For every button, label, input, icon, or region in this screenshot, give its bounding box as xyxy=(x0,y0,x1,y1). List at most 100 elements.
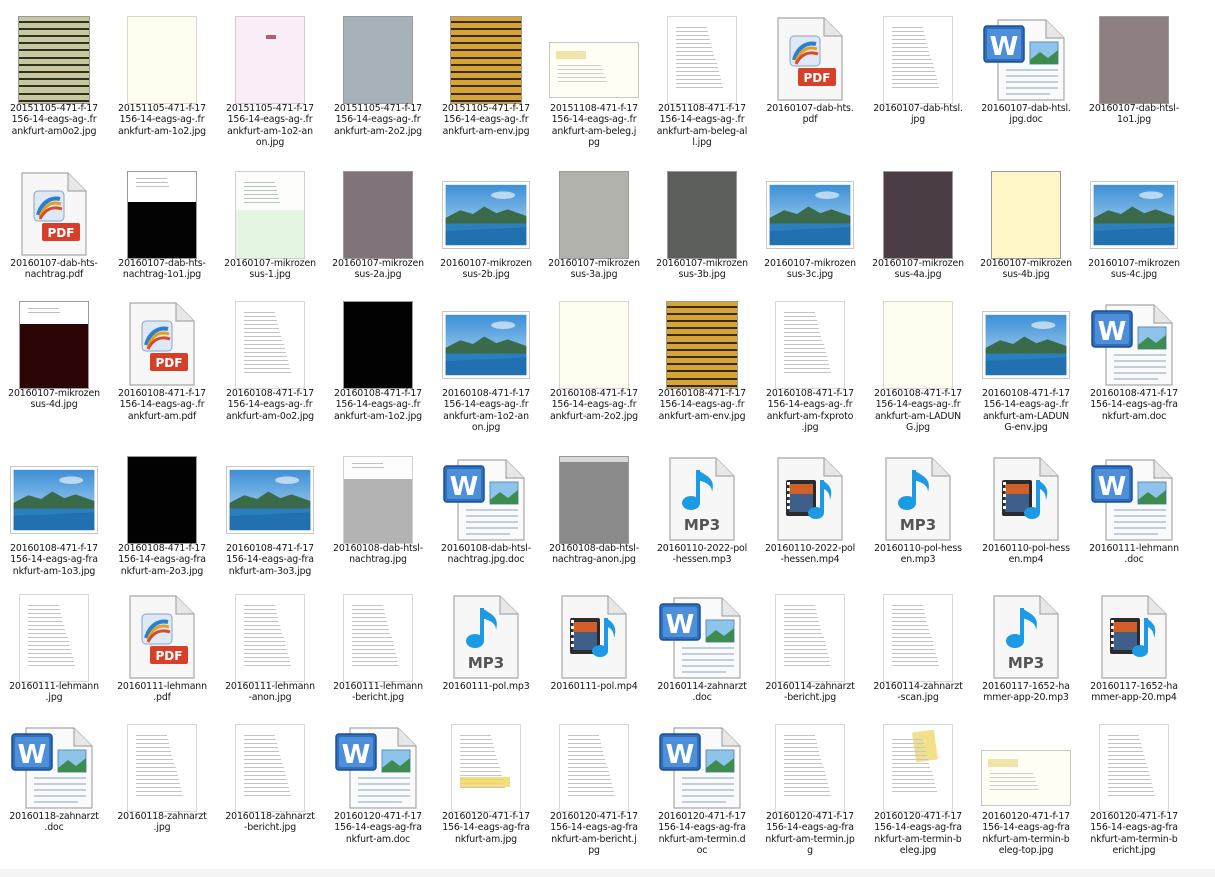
file-item-doc[interactable]: W 20160108-dab-htsl- nachtrag.jpg.doc xyxy=(432,452,540,588)
file-item-jpg[interactable]: 20160120-471-f-17 156-14-eags-ag-fra nkf… xyxy=(756,720,864,856)
image-thumbnail-icon xyxy=(216,167,324,267)
file-item-jpg[interactable]: 20160114-zahnarzt -bericht.jpg xyxy=(756,590,864,726)
file-item-mp3[interactable]: MP3 20160117-1652-ha mmer-app-20.mp3 xyxy=(972,590,1080,726)
file-item-jpg[interactable]: 20160111-lehmann .jpg xyxy=(0,590,108,726)
file-item-jpg[interactable]: 20160118-zahnarzt .jpg xyxy=(108,720,216,856)
file-name-label: 20160110-pol-hess en.mp3 xyxy=(874,543,962,566)
image-preview xyxy=(883,171,953,259)
file-item-jpg[interactable]: 20160108-471-f-17 156-14-eags-ag-fra nkf… xyxy=(108,452,216,588)
file-item-jpg[interactable]: 20160120-471-f-17 156-14-eags-ag-fra nkf… xyxy=(432,720,540,856)
file-item-jpg[interactable]: 20160108-dab-htsl- nachtrag.jpg xyxy=(324,452,432,588)
file-item-doc[interactable]: W 20160120-471-f-17 156-14-eags-ag-fra n… xyxy=(648,720,756,856)
file-name-label: 20160118-zahnarzt .doc xyxy=(9,811,99,834)
file-item-jpg[interactable]: 20160108-471-f-17 156-14-eags-ag-.fr ank… xyxy=(432,297,540,433)
file-item-jpg[interactable]: 20151108-471-f-17 156-14-eags-ag-.fr ank… xyxy=(540,12,648,148)
image-preview xyxy=(127,456,197,544)
image-thumbnail-icon xyxy=(756,167,864,267)
image-thumbnail-icon xyxy=(864,720,972,820)
file-item-pdf[interactable]: PDF 20160107-dab-hts. pdf xyxy=(756,12,864,148)
file-item-mp3[interactable]: MP3 20160110-2022-pol -hessen.mp3 xyxy=(648,452,756,588)
file-item-jpg[interactable]: 20160108-471-f-17 156-14-eags-ag-.fr ank… xyxy=(756,297,864,433)
file-item-jpg[interactable]: 20160107-mikrozen sus-4d.jpg xyxy=(0,297,108,433)
file-item-jpg[interactable]: 20160107-mikrozen sus-3a.jpg xyxy=(540,167,648,303)
file-item-jpg[interactable]: 20151105-471-f-17 156-14-eags-ag-.fr ank… xyxy=(108,12,216,148)
file-icon-grid: 20151105-471-f-17 156-14-eags-ag-.fr ank… xyxy=(0,0,1215,877)
file-item-mp4[interactable]: 20160110-2022-pol -hessen.mp4 xyxy=(756,452,864,588)
file-name-label: 20160118-zahnarzt -bericht.jpg xyxy=(225,811,315,834)
file-item-jpg[interactable]: 20160107-mikrozen sus-4b.jpg xyxy=(972,167,1080,303)
image-thumbnail-icon xyxy=(864,12,972,112)
file-name-label: 20151105-471-f-17 156-14-eags-ag-.fr ank… xyxy=(442,103,530,137)
file-item-doc[interactable]: W 20160114-zahnarzt .doc xyxy=(648,590,756,726)
image-preview xyxy=(775,301,845,389)
file-item-jpg[interactable]: 20160107-mikrozen sus-4a.jpg xyxy=(864,167,972,303)
image-preview xyxy=(883,301,953,389)
file-item-pdf[interactable]: PDF 20160111-lehmann .pdf xyxy=(108,590,216,726)
file-item-jpg[interactable]: 20160107-mikrozen sus-3b.jpg xyxy=(648,167,756,303)
file-item-jpg[interactable]: 20160107-mikrozen sus-4c.jpg xyxy=(1080,167,1188,303)
file-item-jpg[interactable]: 20160108-471-f-17 156-14-eags-ag-.fr ank… xyxy=(324,297,432,433)
file-item-doc[interactable]: W 20160111-lehmann .doc xyxy=(1080,452,1188,588)
file-item-jpg[interactable]: 20160120-471-f-17 156-14-eags-ag-fra nkf… xyxy=(864,720,972,856)
file-item-jpg[interactable]: 20160107-mikrozen sus-1.jpg xyxy=(216,167,324,303)
file-item-mp4[interactable]: 20160110-pol-hess en.mp4 xyxy=(972,452,1080,588)
file-name-label: 20160110-2022-pol -hessen.mp4 xyxy=(764,543,856,566)
file-item-doc[interactable]: W 20160118-zahnarzt .doc xyxy=(0,720,108,856)
file-name-label: 20160111-lehmann .pdf xyxy=(117,681,207,704)
file-item-jpg[interactable]: 20151108-471-f-17 156-14-eags-ag-.fr ank… xyxy=(648,12,756,148)
file-item-jpg[interactable]: 20160108-471-f-17 156-14-eags-ag-.fr ank… xyxy=(648,297,756,433)
file-item-jpg[interactable]: 20160120-471-f-17 156-14-eags-ag-fra nkf… xyxy=(972,720,1080,856)
file-item-jpg[interactable]: 20151105-471-f-17 156-14-eags-ag-.fr ank… xyxy=(216,12,324,148)
file-item-jpg[interactable]: 20160114-zahnarzt -scan.jpg xyxy=(864,590,972,726)
file-item-jpg[interactable]: 20160120-471-f-17 156-14-eags-ag-fra nkf… xyxy=(1080,720,1188,856)
image-preview xyxy=(666,301,738,389)
file-name-label: 20160108-471-f-17 156-14-eags-ag-.fr ank… xyxy=(226,388,314,422)
file-item-jpg[interactable]: 20160120-471-f-17 156-14-eags-ag-fra nkf… xyxy=(540,720,648,856)
file-item-jpg[interactable]: 20160107-mikrozen sus-2a.jpg xyxy=(324,167,432,303)
file-item-jpg[interactable]: 20160107-mikrozen sus-3c.jpg xyxy=(756,167,864,303)
word-document-icon: W xyxy=(648,590,756,690)
file-item-jpg[interactable]: 20151105-471-f-17 156-14-eags-ag-.fr ank… xyxy=(324,12,432,148)
image-preview xyxy=(343,301,413,389)
file-name-label: 20160107-dab-hts- nachtrag-1o1.jpg xyxy=(118,258,206,281)
file-item-jpg[interactable]: 20160108-471-f-17 156-14-eags-ag-fra nkf… xyxy=(0,452,108,588)
file-item-jpg[interactable]: 20160111-lehmann -bericht.jpg xyxy=(324,590,432,726)
image-thumbnail-icon xyxy=(0,297,108,397)
file-item-jpg[interactable]: 20160108-471-f-17 156-14-eags-ag-.fr ank… xyxy=(540,297,648,433)
file-item-jpg[interactable]: 20160108-471-f-17 156-14-eags-ag-.fr ank… xyxy=(972,297,1080,433)
file-item-pdf[interactable]: PDF 20160107-dab-hts- nachtrag.pdf xyxy=(0,167,108,303)
file-item-jpg[interactable]: 20160107-dab-htsl. jpg xyxy=(864,12,972,148)
file-item-doc[interactable]: W 20160107-dab-htsl. jpg.doc xyxy=(972,12,1080,148)
file-item-jpg[interactable]: 20160108-dab-htsl- nachtrag-anon.jpg xyxy=(540,452,648,588)
file-item-mp4[interactable]: 20160111-pol.mp4 xyxy=(540,590,648,726)
file-item-mp4[interactable]: 20160117-1652-ha mmer-app-20.mp4 xyxy=(1080,590,1188,726)
image-thumbnail-icon xyxy=(108,12,216,112)
file-item-pdf[interactable]: PDF 20160108-471-f-17 156-14-eags-ag-.fr… xyxy=(108,297,216,433)
file-item-jpg[interactable]: 20151105-471-f-17 156-14-eags-ag-.fr ank… xyxy=(0,12,108,148)
image-preview xyxy=(235,16,305,104)
file-item-jpg[interactable]: 20160107-mikrozen sus-2b.jpg xyxy=(432,167,540,303)
file-item-mp3[interactable]: MP3 20160111-pol.mp3 xyxy=(432,590,540,726)
file-item-doc[interactable]: W 20160120-471-f-17 156-14-eags-ag-fra n… xyxy=(324,720,432,856)
image-preview xyxy=(766,181,854,249)
image-thumbnail-icon xyxy=(864,167,972,267)
file-item-jpg[interactable]: 20160107-dab-htsl- 1o1.jpg xyxy=(1080,12,1188,148)
image-preview xyxy=(127,16,197,104)
image-thumbnail-icon xyxy=(324,452,432,552)
file-item-jpg[interactable]: 20160108-471-f-17 156-14-eags-ag-.fr ank… xyxy=(216,297,324,433)
image-preview xyxy=(982,311,1070,379)
file-item-doc[interactable]: W 20160108-471-f-17 156-14-eags-ag-fra n… xyxy=(1080,297,1188,433)
file-item-jpg[interactable]: 20151105-471-f-17 156-14-eags-ag-.fr ank… xyxy=(432,12,540,148)
file-item-jpg[interactable]: 20160108-471-f-17 156-14-eags-ag-fra nkf… xyxy=(216,452,324,588)
image-preview xyxy=(343,171,413,259)
file-item-mp3[interactable]: MP3 20160110-pol-hess en.mp3 xyxy=(864,452,972,588)
image-preview xyxy=(559,456,629,544)
file-item-jpg[interactable]: 20160107-dab-hts- nachtrag-1o1.jpg xyxy=(108,167,216,303)
file-item-jpg[interactable]: 20160111-lehmann -anon.jpg xyxy=(216,590,324,726)
svg-text:W: W xyxy=(1098,317,1127,347)
file-item-jpg[interactable]: 20160108-471-f-17 156-14-eags-ag-.fr ank… xyxy=(864,297,972,433)
file-name-label: 20160108-dab-htsl- nachtrag.jpg.doc xyxy=(441,543,531,566)
svg-text:PDF: PDF xyxy=(156,649,183,663)
svg-text:MP3: MP3 xyxy=(684,516,720,534)
file-item-jpg[interactable]: 20160118-zahnarzt -bericht.jpg xyxy=(216,720,324,856)
